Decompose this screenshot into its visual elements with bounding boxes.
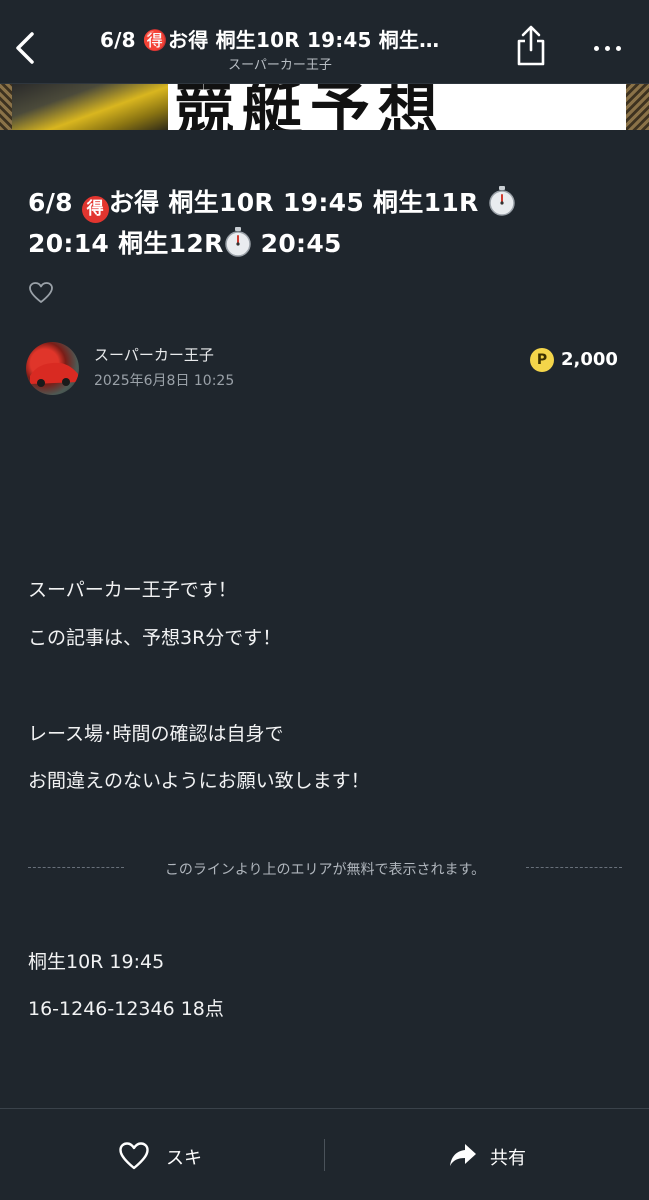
car-image [30, 362, 78, 387]
publish-date: 2025年6月8日 10:25 [94, 373, 235, 389]
title-part-time3: 20:45 [251, 229, 342, 258]
heart-icon [119, 1142, 149, 1170]
bottom-action-bar: スキ 共有 [0, 1108, 649, 1200]
article-title: 6/8 得お得 桐生10R 19:45 桐生11R 20:14 桐生12R 20… [28, 182, 608, 264]
heart-icon [29, 282, 53, 303]
title-part-race2: 20:14 桐生12R [28, 229, 224, 258]
body-paragraph: この記事は、予想3R分です！ [28, 627, 282, 649]
share-icon [517, 25, 545, 66]
share-arrow-icon [450, 1144, 476, 1166]
top-nav-bar: 6/8 🉐お得 桐生10R 19:45 桐生… スーパーカー王子 [0, 0, 649, 84]
header-image-frame-right [626, 84, 649, 130]
header-image-text: 競艇予想 [174, 84, 446, 130]
author-row: スーパーカー王子 2025年6月8日 10:25 P 2,000 [26, 342, 626, 396]
nav-title: 6/8 🉐お得 桐生10R 19:45 桐生… [100, 28, 440, 52]
title-part-date: 6/8 [28, 188, 82, 217]
author-name[interactable]: スーパーカー王子 [94, 344, 214, 365]
header-image-frame-left [0, 84, 12, 130]
article-page: 6/8 🉐お得 桐生10R 19:45 桐生… スーパーカー王子 競艇予想 6/… [0, 0, 649, 1200]
title-part-race1: お得 桐生10R 19:45 桐生11R [108, 188, 488, 217]
body-paragraph: レース場･時間の確認は自身で [28, 723, 284, 745]
toku-icon: 得 [81, 196, 109, 223]
author-avatar[interactable] [26, 342, 79, 395]
race-prediction: 16-1246-12346 18点 [28, 998, 224, 1020]
paywall-divider: このラインより上のエリアが無料で表示されます。 [28, 856, 622, 880]
paywall-notice: このラインより上のエリアが無料で表示されます。 [164, 862, 486, 878]
share-button[interactable] [512, 24, 550, 68]
bottom-bar-separator [324, 1139, 325, 1171]
more-icon [594, 46, 599, 51]
suki-label: スキ [166, 1148, 202, 1169]
paywall-dash-left [28, 867, 124, 868]
paywall-dash-right [526, 867, 622, 868]
header-image: 競艇予想 [0, 84, 649, 130]
suki-button[interactable]: スキ [118, 1139, 228, 1175]
article-price: 2,000 [561, 349, 618, 370]
point-coin-icon: P [530, 348, 554, 372]
like-button-small[interactable] [28, 281, 54, 305]
more-button[interactable] [588, 36, 628, 60]
body-paragraph: お間違えのないようにお願い致します！ [28, 770, 370, 792]
header-image-car [12, 84, 182, 130]
race-heading: 桐生10R 19:45 [28, 951, 165, 973]
body-paragraph: スーパーカー王子です！ [28, 579, 237, 601]
stopwatch-icon [224, 227, 251, 257]
share-bottom-button[interactable]: 共有 [448, 1139, 548, 1175]
nav-subtitle: スーパーカー王子 [228, 58, 332, 73]
more-icon-dot [605, 46, 610, 51]
stopwatch-icon [488, 186, 515, 216]
more-icon-dot [616, 46, 621, 51]
share-label: 共有 [490, 1148, 526, 1169]
